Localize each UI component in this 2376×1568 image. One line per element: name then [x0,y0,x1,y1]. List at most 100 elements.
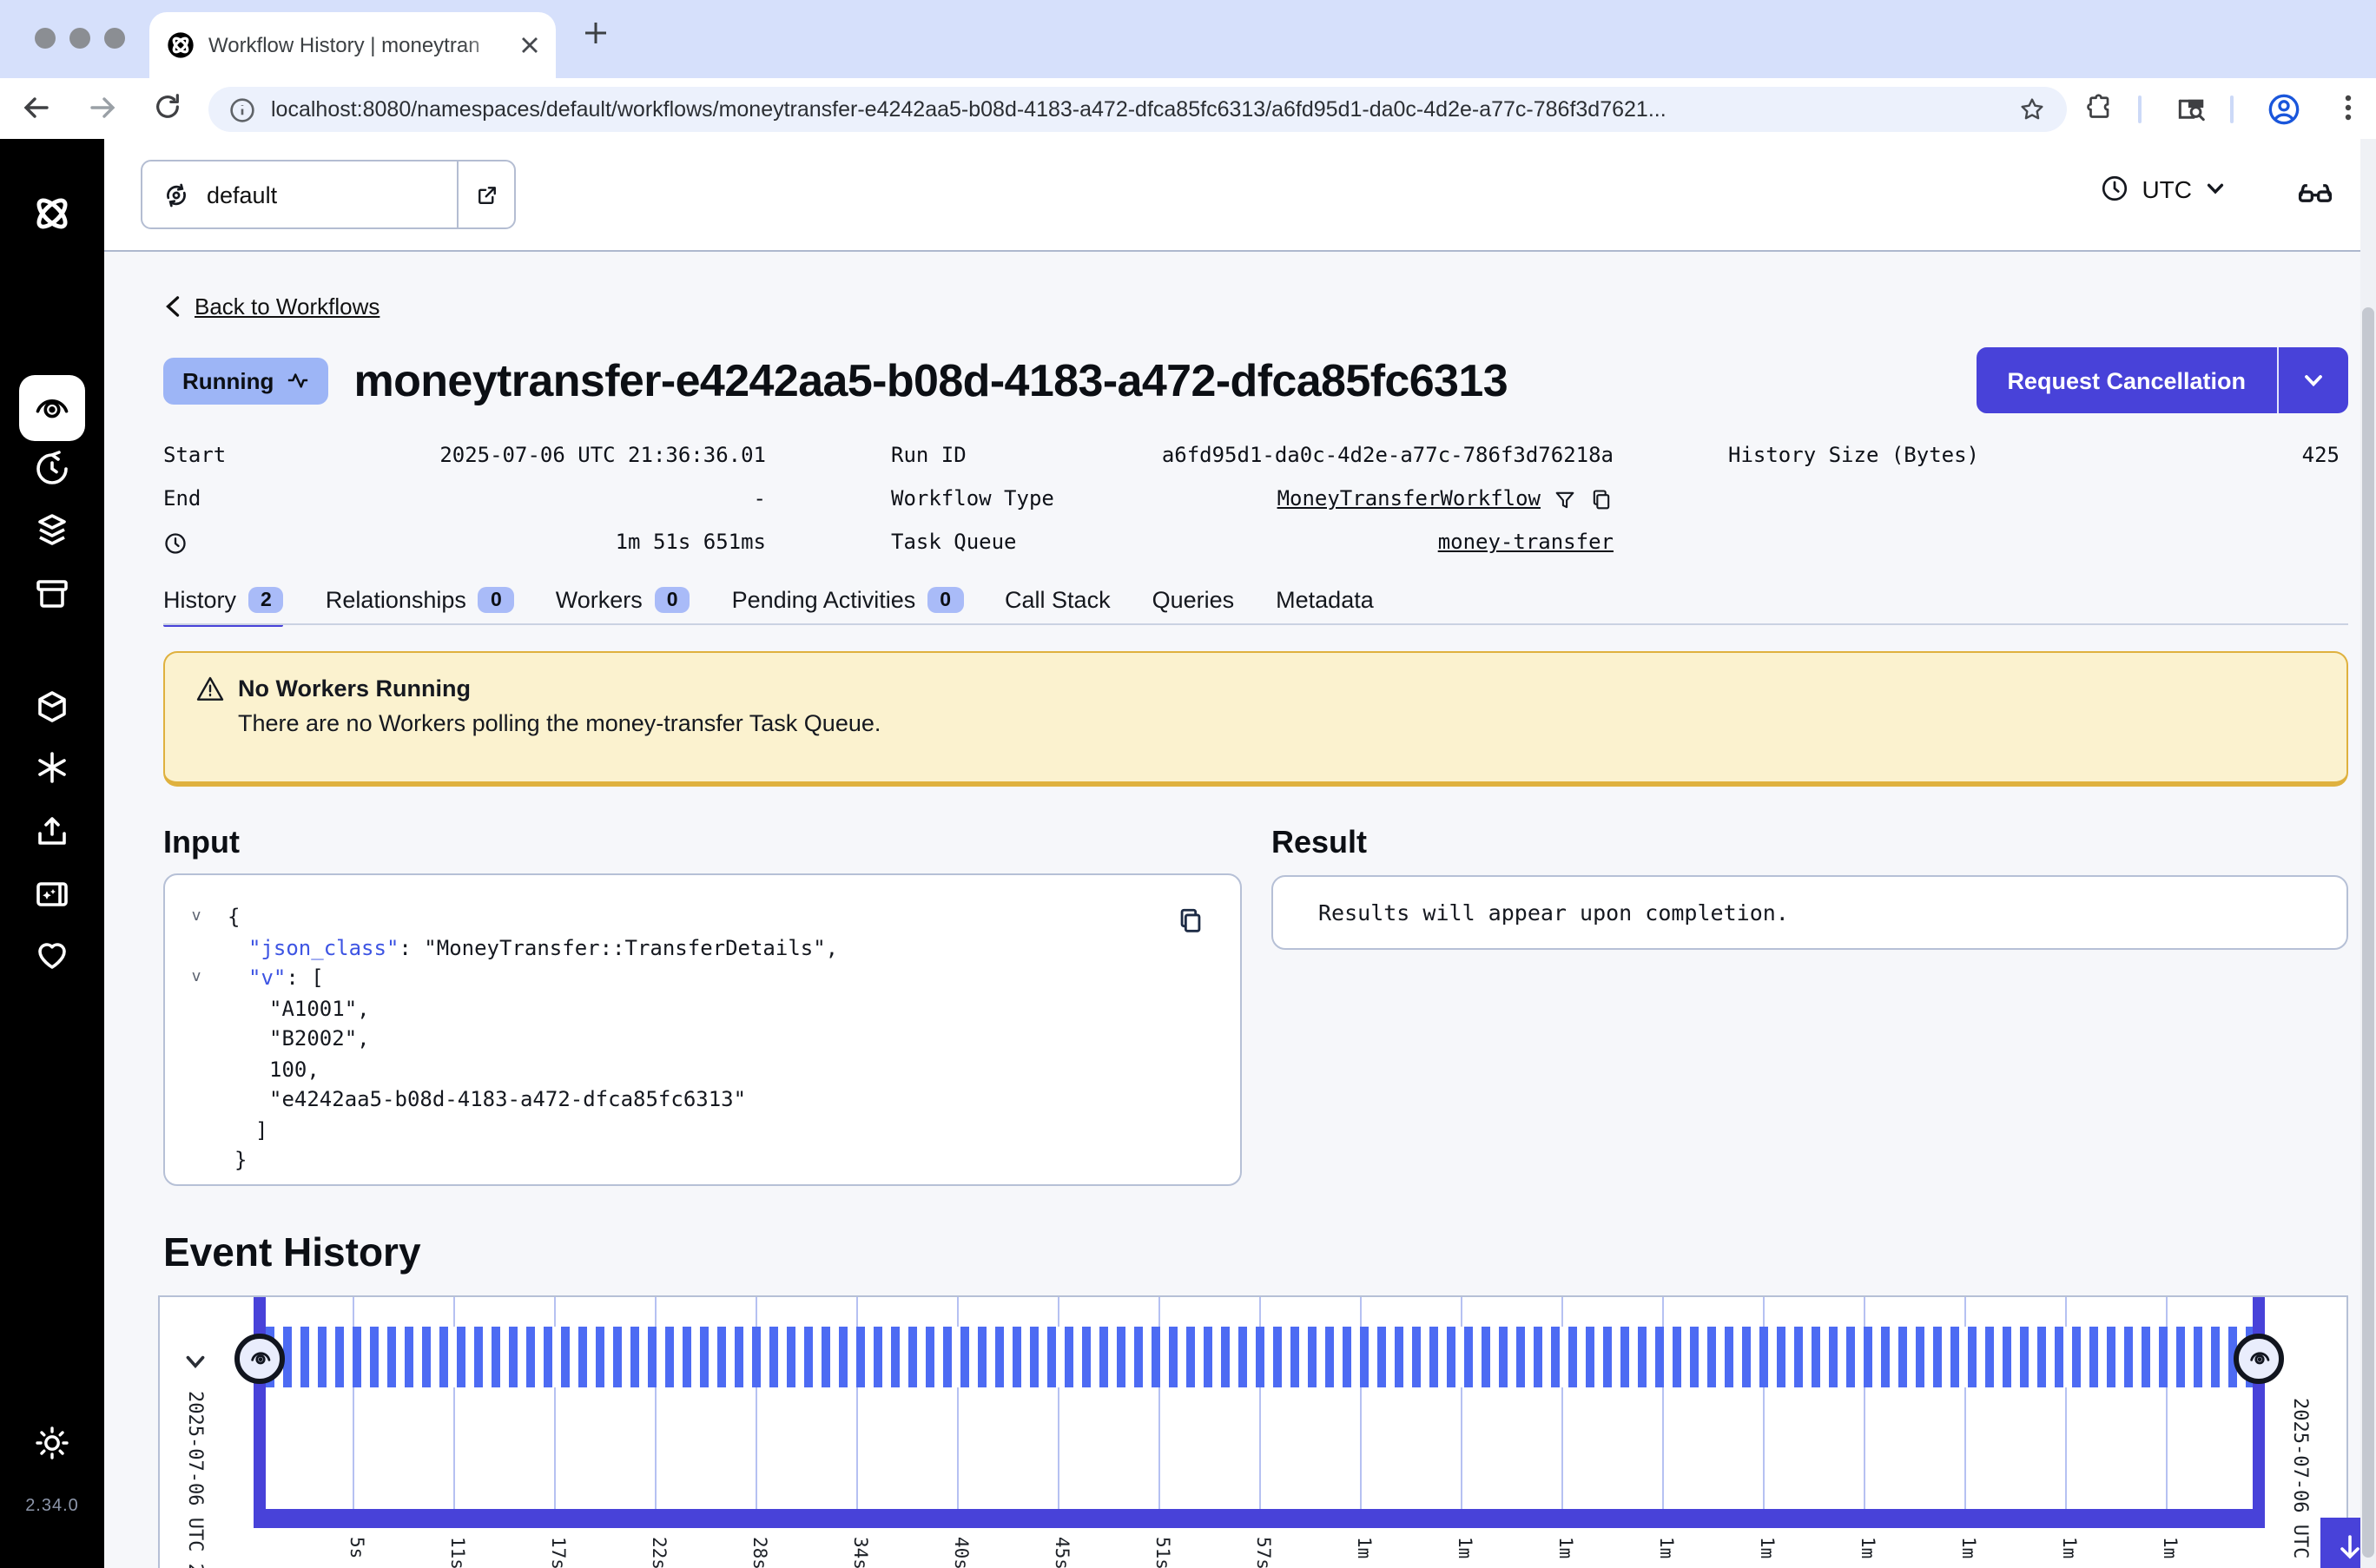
tab-queries[interactable]: Queries [1152,587,1235,616]
input-heading: Input [163,825,240,861]
temporal-logo-icon[interactable] [30,191,75,236]
namespace-select[interactable]: default [141,160,516,229]
browser-toolbar: localhost:8080/namespaces/default/workfl… [0,78,2376,139]
profile-icon[interactable] [2267,92,2301,127]
start-value: 2025-07-06 UTC 21:36:36.01 [439,434,766,478]
browser-tab[interactable]: Workflow History | moneytran [149,12,556,78]
workflow-latest-node[interactable] [2234,1333,2284,1383]
tab-workers-badge: 0 [655,587,690,613]
toolbar-separator [2230,96,2234,123]
chevron-down-icon [2204,177,2227,200]
workflow-duration-band[interactable] [266,1327,2253,1387]
timeline-start-bar [254,1297,266,1528]
event-history-timeline: 2025-07-06 UTC 2 2025-07-06 UTC 2 5s11s1… [158,1295,2348,1568]
filter-icon[interactable] [1553,487,1577,511]
request-cancellation-label[interactable]: Request Cancellation [1976,347,2277,413]
screen: Workflow History | moneytran localhost:8… [0,0,2376,1568]
copy-input-icon[interactable] [1176,906,1205,936]
workflow-type-link[interactable]: MoneyTransferWorkflow [1277,478,1541,521]
timezone-select[interactable]: UTC [2100,174,2227,203]
search-tabs-icon[interactable] [2175,92,2208,125]
workflow-start-node[interactable] [234,1333,285,1383]
workflow-tabs: History 2 Relationships 0 Workers 0 Pend… [163,578,1374,625]
reload-icon[interactable] [153,92,182,122]
clock-icon [2100,174,2129,203]
timeline-tick-label: 1m [1950,1537,1978,1558]
tab-relationships[interactable]: Relationships 0 [326,587,514,616]
theme-toggle-icon[interactable] [31,1422,73,1464]
history-size-label: History Size (Bytes) [1728,434,1979,478]
namespace-external-link[interactable] [457,161,514,227]
timeline-start-date-label: 2025-07-06 UTC 2 [184,1391,207,1568]
sidebar-item-feedback[interactable] [31,934,73,976]
tab-metadata[interactable]: Metadata [1276,587,1374,616]
cancellation-menu-caret[interactable] [2277,347,2348,413]
tab-workers[interactable]: Workers 0 [556,587,690,616]
sidebar-nav: 2.34.0 [0,139,104,1568]
timeline-tick-label: 1m [1749,1537,1777,1558]
meta-runid-row: Run ID a6fd95d1-da0c-4d2e-a77c-786f3d762… [891,434,1614,478]
timeline-plot[interactable]: 2025-07-06 UTC 2 2025-07-06 UTC 2 5s11s1… [160,1297,2346,1568]
namespace-value: default [207,181,277,208]
meta-history-size-row: History Size (Bytes) 425 [1728,434,2340,478]
timeline-tick-label: 40s [943,1537,971,1568]
extensions-icon[interactable] [2084,92,2115,123]
back-icon[interactable] [21,92,52,123]
task-queue-link[interactable]: money-transfer [1438,521,1614,564]
warning-icon [196,675,224,702]
start-label: Start [163,434,226,478]
bookmark-star-icon[interactable] [2018,96,2046,123]
window-close-button[interactable] [35,28,56,49]
run-id-label: Run ID [891,434,967,478]
timeline-tick-label: 1m [1850,1537,1878,1558]
sidebar-item-import-export[interactable] [31,811,73,853]
timeline-end-date-label: 2025-07-06 UTC 2 [2289,1398,2312,1568]
browser-tabstrip: Workflow History | moneytran [0,0,2376,78]
browser-tab-title: Workflow History | moneytran [208,33,507,57]
back-to-workflows-link[interactable]: Back to Workflows [163,293,380,320]
timeline-tick-label: 1m [1447,1537,1475,1558]
meta-task-queue-row: Task Queue money-transfer [891,521,1614,564]
tab-pending-activities-label: Pending Activities [732,587,916,613]
sidebar-item-archive[interactable] [31,573,73,615]
input-json-code[interactable]: v{"json_class": "MoneyTransfer::Transfer… [182,903,1240,1176]
app-version: 2.34.0 [0,1497,104,1516]
url-bar[interactable]: localhost:8080/namespaces/default/workfl… [208,87,2067,132]
sidebar-item-batch-operations[interactable] [31,509,73,550]
tab-call-stack[interactable]: Call Stack [1005,587,1111,616]
site-info-icon[interactable] [229,96,255,122]
tab-pending-activities[interactable]: Pending Activities 0 [732,587,963,616]
timeline-tick-label: 51s [1145,1537,1172,1568]
timeline-tick-label: 28s [742,1537,769,1568]
status-badge[interactable]: Running [163,357,327,404]
scrollbar-track[interactable] [2360,139,2376,1568]
tab-close-icon[interactable] [521,36,538,54]
tab-history-badge: 2 [248,587,284,613]
tab-relationships-label: Relationships [326,587,466,613]
browser-menu-icon[interactable] [2334,92,2362,123]
sidebar-item-nexus[interactable] [31,747,73,788]
namespace-icon [162,180,191,209]
forward-icon[interactable] [87,92,118,123]
toolbar-separator [2138,96,2142,123]
app-topbar: default UTC [104,139,2376,252]
window-zoom-button[interactable] [104,28,125,49]
sidebar-item-schedules[interactable] [31,448,73,490]
sidebar-item-workflows[interactable] [19,375,85,441]
timeline-tick-label: 1m [1548,1537,1575,1558]
request-cancellation-button[interactable]: Request Cancellation [1976,347,2348,413]
meta-start-row: Start 2025-07-06 UTC 21:36:36.01 [163,434,766,478]
scrollbar-thumb[interactable] [2362,307,2374,1558]
task-queue-label: Task Queue [891,521,1017,564]
tab-history[interactable]: History 2 [163,587,284,616]
back-to-workflows-label: Back to Workflows [195,293,380,320]
sidebar-item-docs[interactable] [31,873,73,915]
meta-duration-row: 1m 51s 651ms [163,521,766,564]
new-tab-button[interactable] [584,21,608,45]
labs-glasses-icon[interactable] [2296,174,2334,212]
window-minimize-button[interactable] [69,28,90,49]
workflow-detail-page: Back to Workflows Running moneytransfer-… [104,252,2376,1568]
sidebar-item-namespaces[interactable] [31,686,73,728]
tab-pending-activities-badge: 0 [927,587,963,613]
copy-icon[interactable] [1589,487,1614,511]
